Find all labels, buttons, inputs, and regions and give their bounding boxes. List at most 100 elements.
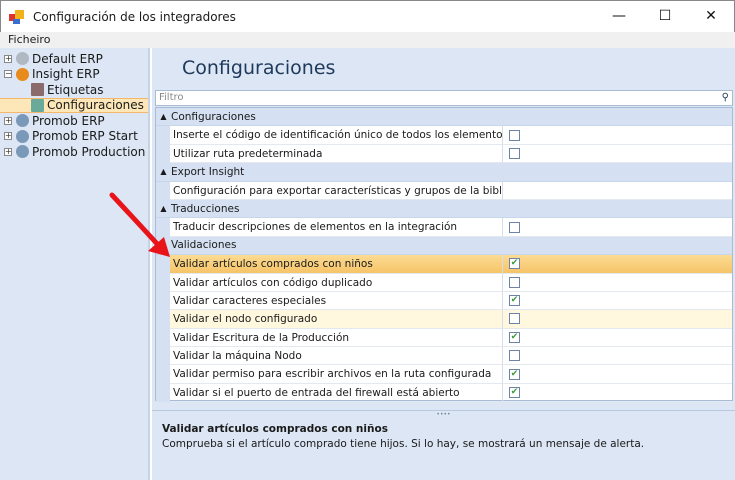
integrator-icon — [16, 52, 29, 66]
property-value[interactable]: ✔ — [503, 365, 732, 384]
tree-node[interactable]: − Insight ERP — [0, 67, 148, 83]
tree-node-label: Promob ERP Start — [32, 129, 138, 144]
property-row[interactable]: Validar si el puerto de entrada del fire… — [156, 383, 732, 403]
expander-icon[interactable]: + — [4, 132, 12, 141]
collapse-icon[interactable]: ▲ — [156, 167, 171, 176]
integrator-icon — [16, 114, 29, 128]
tree-node[interactable]: Configuraciones — [0, 97, 148, 113]
minimize-button[interactable]: — — [596, 1, 642, 31]
property-row[interactable]: Validar la máquina Nodo — [156, 347, 732, 366]
window-title: Configuración de los integradores — [33, 9, 236, 24]
expander-icon[interactable]: + — [4, 116, 12, 125]
property-value[interactable] — [503, 310, 732, 329]
title-bar: Configuración de los integradores — ☐ ✕ — [0, 0, 735, 32]
checkbox[interactable] — [509, 147, 520, 159]
tree-node-label: Configuraciones — [47, 98, 144, 113]
checkbox[interactable] — [509, 129, 520, 141]
checkbox[interactable]: ✔ — [509, 295, 520, 307]
tree-node[interactable]: + Default ERP — [0, 51, 148, 67]
tree-node-label: Etiquetas — [47, 82, 104, 97]
property-row[interactable]: Validar permiso para escribir archivos e… — [156, 365, 732, 384]
tree-node[interactable]: + Promob ERP — [0, 113, 148, 129]
page-title: Configuraciones — [182, 57, 336, 79]
property-row[interactable]: Validar artículos comprados con niños ✔ — [156, 255, 732, 274]
menu-bar: Ficheiro — [0, 32, 735, 48]
property-label: Traducir descripciones de elementos en l… — [170, 218, 503, 237]
tree-node-label: Default ERP — [32, 51, 103, 66]
category-header[interactable]: ▲ Traducciones — [156, 199, 732, 219]
property-label: Validar caracteres especiales — [170, 291, 503, 311]
property-value[interactable] — [503, 182, 732, 200]
menu-file[interactable]: Ficheiro — [8, 33, 50, 46]
checkbox[interactable]: ✔ — [509, 331, 520, 343]
property-label: Utilizar ruta predeterminada — [170, 144, 503, 164]
filter-placeholder: Filtro — [159, 92, 184, 103]
collapse-icon[interactable]: ▲ — [156, 112, 171, 121]
checkbox[interactable]: ✔ — [509, 368, 520, 380]
category-label: Configuraciones — [171, 110, 256, 123]
property-label: Validar la máquina Nodo — [170, 347, 503, 366]
checkbox[interactable] — [509, 276, 520, 288]
app-icon — [9, 9, 25, 25]
property-value[interactable] — [503, 126, 732, 145]
property-value[interactable]: ✔ — [503, 255, 732, 274]
property-row[interactable]: Validar caracteres especiales ✔ — [156, 291, 732, 311]
tree-node[interactable]: + Promob ERP Start — [0, 129, 148, 145]
property-row[interactable]: Validar el nodo configurado — [156, 310, 732, 329]
property-value[interactable]: ✔ — [503, 384, 732, 403]
search-icon[interactable]: ⚲ — [722, 91, 729, 105]
property-row[interactable]: Validar artículos con código duplicado — [156, 273, 732, 292]
description-pane: Validar artículos comprados con niños Co… — [162, 423, 732, 450]
tree-node-label: Insight ERP — [32, 67, 100, 82]
property-value[interactable] — [503, 347, 732, 366]
category-header[interactable]: Validaciones — [156, 236, 732, 256]
property-label: Validar si el puerto de entrada del fire… — [170, 383, 503, 403]
settings-panel: Configuraciones Filtro ⚲ ▲ Configuraciones… — [152, 48, 735, 480]
property-value[interactable]: ✔ — [503, 329, 732, 348]
expander-icon[interactable]: + — [4, 54, 12, 63]
property-label: Inserte el código de identificación únic… — [170, 126, 503, 145]
integrator-tree: + Default ERP − Insight ERP Etiquetas Configu… — [0, 48, 150, 480]
checkbox[interactable] — [509, 313, 520, 325]
property-label: Validar artículos comprados con niños — [170, 255, 503, 274]
integrator-icon — [16, 129, 29, 143]
property-row[interactable]: Configuración para exportar característi… — [156, 181, 732, 200]
expander-icon[interactable]: − — [4, 70, 12, 79]
property-value[interactable] — [503, 274, 732, 292]
tree-node-label: Promob ERP — [32, 113, 105, 128]
property-value[interactable] — [503, 218, 732, 237]
close-button[interactable]: ✕ — [688, 1, 734, 31]
checkbox[interactable] — [509, 221, 520, 233]
checkbox[interactable]: ✔ — [509, 387, 520, 399]
property-label: Validar artículos con código duplicado — [170, 273, 503, 292]
category-header[interactable]: ▲ Configuraciones — [156, 108, 732, 127]
integrator-icon — [31, 98, 44, 112]
checkbox[interactable]: ✔ — [509, 258, 520, 270]
expander-icon[interactable]: + — [4, 147, 12, 156]
tree-node[interactable]: Etiquetas — [0, 82, 148, 98]
property-row[interactable]: Utilizar ruta predeterminada — [156, 144, 732, 164]
integrator-icon — [16, 67, 29, 81]
description-title: Validar artículos comprados con niños — [162, 423, 388, 435]
tree-node[interactable]: + Promob Production — [0, 144, 148, 160]
property-value[interactable]: ✔ — [503, 292, 732, 311]
property-label: Validar permiso para escribir archivos e… — [170, 365, 503, 384]
integrator-icon — [31, 83, 44, 97]
property-row[interactable]: Validar Escritura de la Producción ✔ — [156, 328, 732, 348]
splitter-handle[interactable]: •••• — [152, 410, 735, 418]
description-text: Comprueba si el artículo comprado tiene … — [162, 438, 645, 450]
property-row[interactable]: Traducir descripciones de elementos en l… — [156, 218, 732, 237]
maximize-button[interactable]: ☐ — [642, 1, 688, 31]
category-header[interactable]: ▲ Export Insight — [156, 163, 732, 182]
tree-node-label: Promob Production — [32, 144, 146, 159]
property-label: Validar el nodo configurado — [170, 310, 503, 329]
category-label: Export Insight — [171, 165, 245, 178]
checkbox[interactable] — [509, 350, 520, 362]
filter-input[interactable]: Filtro ⚲ — [155, 90, 733, 106]
category-label: Validaciones — [171, 239, 237, 252]
property-row[interactable]: Inserte el código de identificación únic… — [156, 126, 732, 145]
property-grid: ▲ Configuraciones Inserte el código de ide… — [155, 107, 733, 403]
category-label: Traducciones — [171, 202, 240, 215]
property-value[interactable] — [503, 145, 732, 164]
collapse-icon[interactable]: ▲ — [156, 204, 171, 213]
